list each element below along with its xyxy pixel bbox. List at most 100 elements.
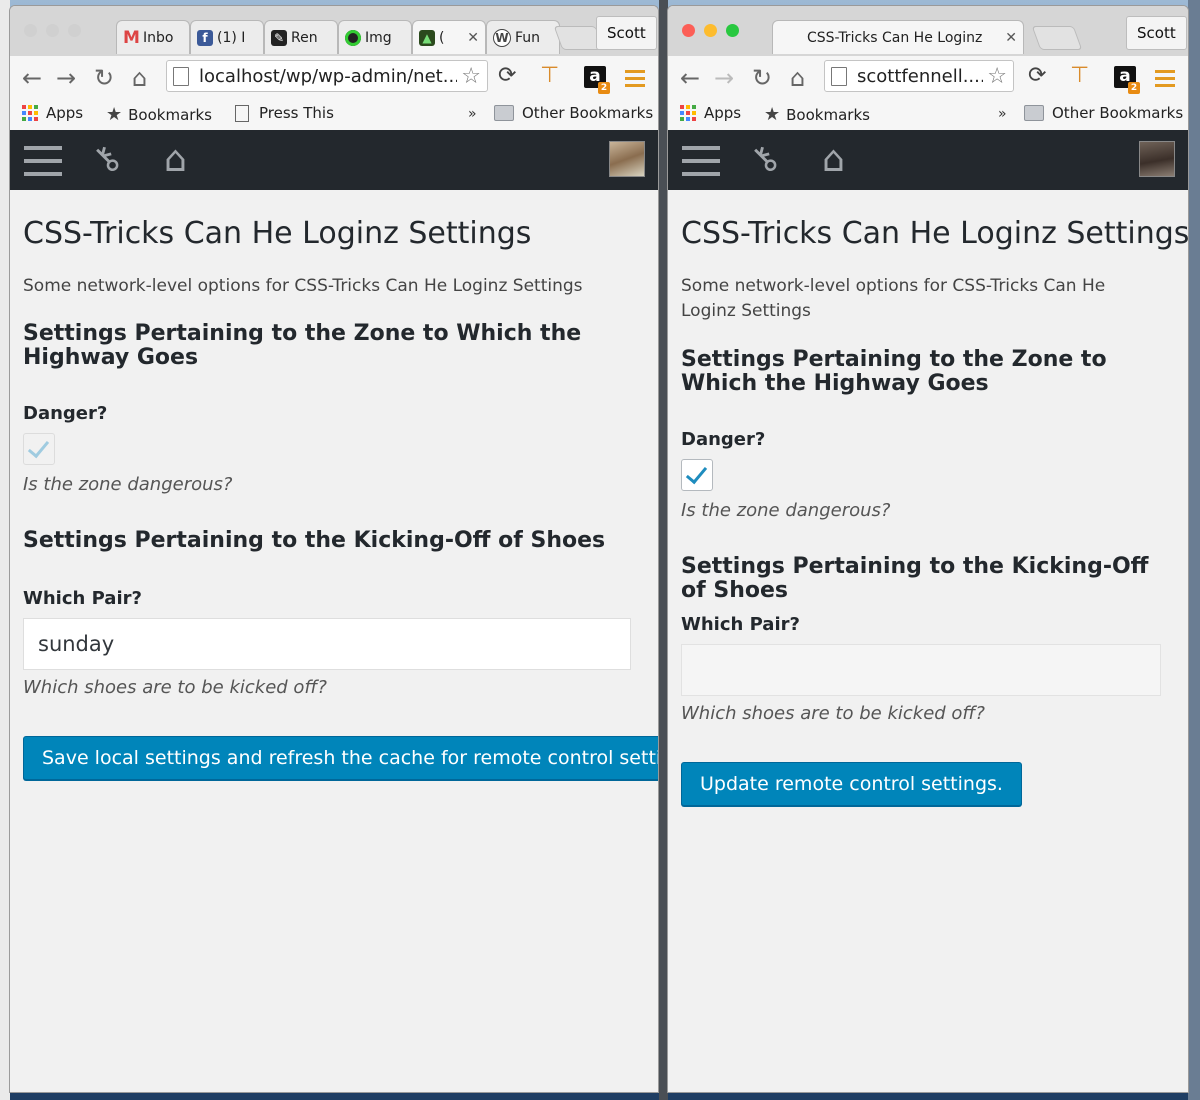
home-icon[interactable]: ⌂ bbox=[164, 142, 187, 178]
bookmarks-bar: Apps ★ Bookmarks » Other Bookmarks bbox=[668, 100, 1188, 130]
pair-description: Which shoes are to be kicked off? bbox=[681, 703, 985, 724]
key-icon[interactable]: ⚷ bbox=[742, 136, 788, 182]
hamburger-menu-icon[interactable] bbox=[24, 146, 62, 185]
sync-extension-icon[interactable]: ⟳ bbox=[1028, 62, 1046, 90]
tab-label: Inbo bbox=[143, 29, 174, 46]
key-icon[interactable]: ⚷ bbox=[84, 136, 130, 182]
reload-icon[interactable]: ↻ bbox=[94, 64, 114, 92]
window-controls bbox=[24, 24, 81, 37]
desktop-background-strip-right bbox=[1188, 0, 1200, 1100]
gmail-icon: M bbox=[123, 27, 140, 48]
avatar[interactable] bbox=[1139, 141, 1175, 177]
apps-bookmark[interactable]: Apps bbox=[680, 104, 741, 122]
checkmark-icon bbox=[27, 435, 50, 459]
danger-description: Is the zone dangerous? bbox=[23, 474, 233, 495]
tab-active-left[interactable]: ▲ ( ✕ bbox=[412, 20, 486, 54]
window-controls bbox=[682, 24, 739, 37]
checkmark-icon bbox=[685, 461, 708, 485]
profile-button[interactable]: Scott bbox=[1126, 16, 1187, 50]
close-tab-icon[interactable]: ✕ bbox=[467, 30, 479, 46]
zoom-window-button[interactable] bbox=[68, 24, 81, 37]
update-settings-button[interactable]: Update remote control settings. bbox=[681, 762, 1022, 806]
other-bookmarks-folder[interactable]: Other Bookmarks bbox=[494, 104, 653, 122]
browser-toolbar: ← → ↻ ⌂ localhost/wp/wp-admin/net... ☆ ⟳… bbox=[10, 56, 658, 100]
pair-label: Which Pair? bbox=[681, 614, 800, 635]
bookmarks-bookmark[interactable]: ★ Bookmarks bbox=[106, 104, 212, 125]
tab-favicon-icon: ▲ bbox=[419, 29, 435, 46]
browser-toolbar: ← → ↻ ⌂ scottfennell.... ☆ ⟳ ⊤ a2 bbox=[668, 56, 1188, 100]
tab-ren[interactable]: ✎ Ren bbox=[264, 20, 338, 54]
page-icon bbox=[173, 66, 189, 86]
home-icon[interactable]: ⌂ bbox=[132, 64, 147, 92]
danger-checkbox[interactable] bbox=[23, 433, 55, 465]
other-bookmarks-folder[interactable]: Other Bookmarks bbox=[1024, 104, 1183, 122]
danger-checkbox[interactable] bbox=[681, 459, 713, 491]
new-tab-button[interactable] bbox=[1031, 26, 1083, 50]
amazon-extension-icon[interactable]: a2 bbox=[584, 66, 610, 94]
hamburger-menu-icon[interactable] bbox=[682, 146, 720, 185]
section-heading-shoes: Settings Pertaining to the Kicking-Off o… bbox=[23, 528, 606, 553]
wp-admin-bar: ⚷ ⌂ bbox=[10, 130, 658, 190]
apps-grid-icon bbox=[22, 105, 38, 121]
danger-description: Is the zone dangerous? bbox=[681, 500, 891, 521]
address-bar[interactable]: scottfennell.... ☆ bbox=[824, 60, 1014, 92]
page-title: CSS-Tricks Can He Loginz Settings bbox=[23, 216, 532, 251]
close-window-button[interactable] bbox=[682, 24, 695, 37]
imgur-icon bbox=[345, 29, 361, 46]
minimize-window-button[interactable] bbox=[46, 24, 59, 37]
bookmark-star-icon[interactable]: ☆ bbox=[461, 64, 481, 89]
bookmark-star-icon[interactable]: ☆ bbox=[987, 64, 1007, 89]
sync-extension-icon[interactable]: ⟳ bbox=[498, 62, 516, 90]
pair-input[interactable] bbox=[681, 644, 1161, 696]
address-bar[interactable]: localhost/wp/wp-admin/net... ☆ bbox=[166, 60, 488, 92]
tab-label: ( bbox=[439, 29, 445, 46]
url-text: scottfennell.... bbox=[857, 65, 984, 87]
menu-icon[interactable] bbox=[625, 70, 645, 91]
folder-icon bbox=[1024, 105, 1044, 121]
bookmark-label: Bookmarks bbox=[786, 105, 870, 124]
pencil-icon: ✎ bbox=[271, 29, 287, 46]
home-icon[interactable]: ⌂ bbox=[790, 64, 805, 92]
apps-bookmark[interactable]: Apps bbox=[22, 104, 83, 122]
page-intro: Some network-level options for CSS-Trick… bbox=[23, 276, 583, 296]
bookmark-label: Other Bookmarks bbox=[522, 104, 654, 122]
reload-icon[interactable]: ↻ bbox=[752, 64, 772, 92]
bookmarks-bar: Apps ★ Bookmarks Press This » Other Book… bbox=[10, 100, 658, 130]
home-icon[interactable]: ⌂ bbox=[822, 142, 845, 178]
tab-facebook[interactable]: f (1) I bbox=[190, 20, 264, 54]
page-icon bbox=[831, 66, 847, 86]
amazon-extension-icon[interactable]: a2 bbox=[1114, 66, 1140, 94]
profile-button[interactable]: Scott bbox=[596, 16, 657, 50]
avatar[interactable] bbox=[609, 141, 645, 177]
tab-label: Img bbox=[365, 29, 392, 46]
page-intro: Some network-level options for CSS-Trick… bbox=[681, 276, 1106, 321]
minimize-window-button[interactable] bbox=[704, 24, 717, 37]
pin-extension-icon[interactable]: ⊤ bbox=[1070, 62, 1089, 90]
bookmarks-bookmark[interactable]: ★ Bookmarks bbox=[764, 104, 870, 125]
star-icon: ★ bbox=[106, 104, 123, 125]
close-window-button[interactable] bbox=[24, 24, 37, 37]
tab-label: (1) I bbox=[217, 29, 246, 46]
back-icon[interactable]: ← bbox=[680, 64, 700, 92]
pin-extension-icon[interactable]: ⊤ bbox=[540, 62, 559, 90]
pair-input[interactable]: sunday bbox=[23, 618, 631, 670]
more-bookmarks-chevron[interactable]: » bbox=[468, 106, 477, 122]
more-bookmarks-chevron[interactable]: » bbox=[998, 106, 1007, 122]
tab-label: CSS-Tricks Can He Loginz bbox=[807, 29, 983, 46]
browser-window-left: M Inbo f (1) I ✎ Ren Img ▲ ( ✕ W Fun Sco… bbox=[10, 6, 658, 1092]
forward-icon[interactable]: → bbox=[56, 64, 76, 92]
tab-active-right[interactable]: CSS-Tricks Can He Loginz ✕ bbox=[772, 20, 1024, 54]
back-icon[interactable]: ← bbox=[22, 64, 42, 92]
tab-imgur[interactable]: Img bbox=[338, 20, 412, 54]
close-tab-icon[interactable]: ✕ bbox=[1005, 30, 1017, 46]
folder-icon bbox=[494, 105, 514, 121]
save-settings-button[interactable]: Save local settings and refresh the cach… bbox=[23, 736, 658, 780]
tab-wordpress[interactable]: W Fun bbox=[486, 20, 560, 54]
press-this-bookmark[interactable]: Press This bbox=[235, 104, 334, 122]
menu-icon[interactable] bbox=[1155, 70, 1175, 91]
forward-icon[interactable]: → bbox=[714, 64, 734, 92]
tab-gmail[interactable]: M Inbo bbox=[116, 20, 190, 54]
zoom-window-button[interactable] bbox=[726, 24, 739, 37]
bookmark-label: Other Bookmarks bbox=[1052, 104, 1184, 122]
danger-label: Danger? bbox=[23, 403, 108, 424]
